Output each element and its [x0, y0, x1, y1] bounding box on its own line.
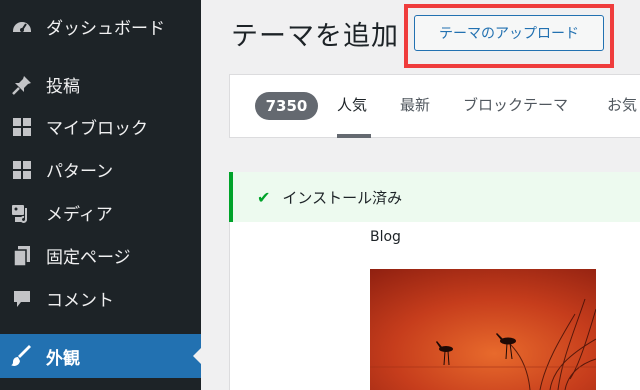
- sidebar-item-media[interactable]: メディア: [0, 191, 201, 234]
- pin-icon: [10, 73, 34, 97]
- sidebar-item-label: 外観: [46, 348, 80, 369]
- sidebar-item-label: パターン: [46, 162, 114, 182]
- installed-label: インストール済み: [282, 188, 403, 207]
- tab-favorites[interactable]: お気: [607, 94, 637, 115]
- patterns-icon: [10, 158, 34, 182]
- sidebar-item-dashboard[interactable]: ダッシュボード: [0, 5, 201, 48]
- theme-preview-title: Blog: [370, 229, 401, 245]
- tab-block-themes[interactable]: ブロックテーマ: [463, 94, 568, 115]
- active-indicator: [193, 348, 201, 364]
- current-tab-indicator: [337, 134, 371, 138]
- sidebar-item-pages[interactable]: 固定ページ: [0, 234, 201, 277]
- comment-icon: [10, 287, 34, 311]
- sidebar-item-label: メディア: [46, 205, 113, 225]
- sidebar-item-label: ダッシュボード: [46, 19, 165, 39]
- sidebar-item-label: コメント: [46, 291, 114, 311]
- check-icon: ✔: [257, 187, 271, 207]
- heron-sunset-image: [370, 269, 596, 390]
- sidebar-item-appearance[interactable]: 外観: [0, 334, 201, 378]
- admin-sidebar: ダッシュボード 投稿 マイブロック パターン メディア 固定ページ コメント 外…: [0, 0, 201, 390]
- tab-popular[interactable]: 人気: [337, 94, 367, 115]
- sidebar-item-label: 投稿: [46, 77, 80, 97]
- sidebar-item-my-blocks[interactable]: マイブロック: [0, 105, 201, 148]
- theme-screenshot[interactable]: [370, 269, 596, 390]
- sidebar-item-comments[interactable]: コメント: [0, 277, 201, 320]
- page-title: テーマを追加: [231, 21, 399, 52]
- sidebar-item-label: 固定ページ: [46, 248, 131, 268]
- sidebar-item-patterns[interactable]: パターン: [0, 148, 201, 191]
- appearance-icon: [10, 344, 34, 368]
- media-icon: [10, 201, 34, 225]
- sidebar-item-label: マイブロック: [46, 119, 148, 139]
- highlight-annotation: [404, 4, 614, 68]
- dashboard-icon: [10, 15, 34, 39]
- installed-notice: ✔ インストール済み: [229, 172, 640, 222]
- tab-latest[interactable]: 最新: [400, 94, 430, 115]
- pages-icon: [10, 244, 34, 268]
- sidebar-item-posts[interactable]: 投稿: [0, 63, 201, 106]
- theme-count-badge: 7350: [255, 92, 318, 120]
- blocks-icon: [10, 115, 34, 139]
